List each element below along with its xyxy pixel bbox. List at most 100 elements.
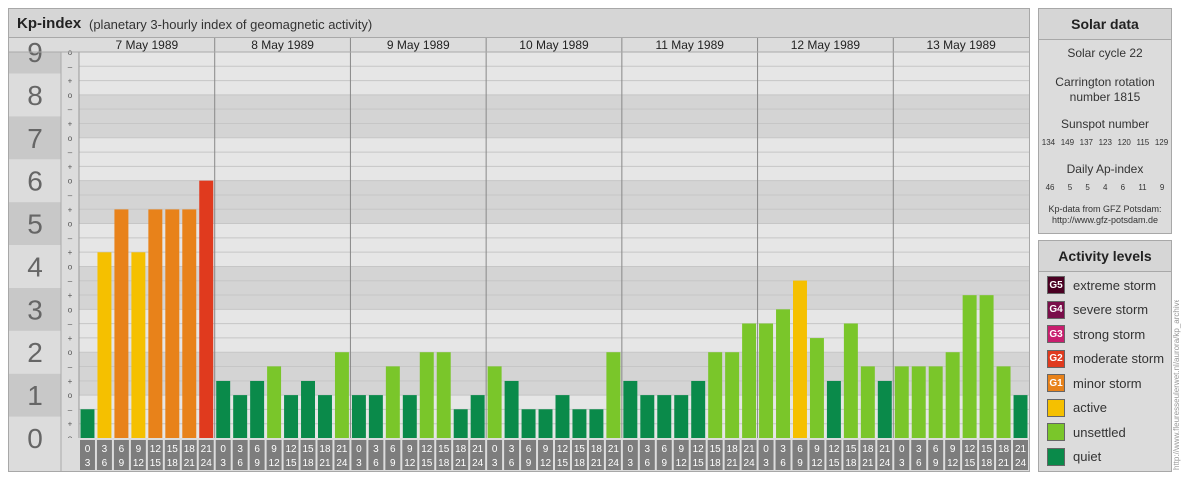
- hour-label-end: 3: [763, 458, 769, 469]
- kp-band: [79, 52, 1029, 95]
- kp-bar: [284, 395, 299, 438]
- hour-label-end: 15: [828, 458, 840, 469]
- legend-item: G5 extreme storm: [1047, 275, 1156, 295]
- hour-label-end: 24: [1015, 458, 1027, 469]
- legend-swatch: G3: [1047, 325, 1065, 343]
- kp-chart-panel: 0123456789o+–o+–o+–o+–o+–o+–o+–o+–o+–o7 …: [8, 8, 1030, 472]
- kp-bar: [860, 366, 875, 438]
- hour-label-end: 18: [438, 458, 450, 469]
- legend-item: G3 strong storm: [1047, 324, 1145, 344]
- hour-label-end: 18: [845, 458, 857, 469]
- ap-value: 5: [1085, 183, 1090, 192]
- hour-label-end: 15: [557, 458, 569, 469]
- hour-label-start: 12: [150, 444, 162, 455]
- legend-label: active: [1073, 400, 1107, 415]
- ap-values: 46 5 5 4 6 11 9: [1039, 183, 1171, 192]
- hour-label-start: 21: [1015, 444, 1027, 455]
- kp-bar: [131, 252, 146, 438]
- minor-tick-label: –: [68, 191, 73, 200]
- sunspot-title: Sunspot number: [1060, 117, 1150, 131]
- kp-bar: [759, 323, 774, 438]
- hour-label-start: 0: [899, 444, 905, 455]
- y-tick-label: 2: [27, 337, 43, 368]
- hour-label-end: 12: [540, 458, 552, 469]
- hour-label-end: 3: [356, 458, 362, 469]
- hour-label-start: 0: [220, 444, 226, 455]
- solar-data-title: Solar data: [1039, 9, 1171, 40]
- minor-tick-label: –: [68, 277, 73, 286]
- kp-bar: [250, 380, 265, 438]
- kp-bar: [674, 395, 689, 438]
- hour-label-end: 15: [693, 458, 705, 469]
- kp-bar: [809, 338, 824, 438]
- hour-label-end: 18: [710, 458, 722, 469]
- kp-band: [79, 180, 1029, 224]
- hour-label-start: 12: [693, 444, 705, 455]
- hour-label-start: 15: [981, 444, 993, 455]
- kp-bar: [216, 380, 231, 438]
- kp-bar: [742, 323, 757, 438]
- hour-label-end: 15: [150, 458, 162, 469]
- kp-bar: [114, 209, 129, 438]
- kp-bar: [199, 180, 214, 438]
- kp-bar: [606, 352, 621, 438]
- sunspot-value: 115: [1136, 138, 1150, 147]
- hour-label-start: 3: [780, 444, 786, 455]
- kp-bar: [419, 352, 434, 438]
- hour-label-start: 6: [390, 444, 396, 455]
- hour-label-end: 6: [509, 458, 515, 469]
- y-tick-label: 3: [27, 294, 43, 325]
- hour-label-start: 18: [591, 444, 603, 455]
- kp-bar: [725, 352, 740, 438]
- minor-tick-label: +: [68, 119, 73, 128]
- hour-label-start: 9: [543, 444, 549, 455]
- hour-label-end: 6: [102, 458, 108, 469]
- hour-label-start: 18: [998, 444, 1010, 455]
- hour-label-start: 15: [167, 444, 179, 455]
- ap-value: 5: [1067, 183, 1073, 192]
- hour-label-end: 18: [981, 458, 993, 469]
- hour-label-end: 6: [373, 458, 379, 469]
- hour-label-end: 18: [302, 458, 314, 469]
- legend-label: moderate storm: [1073, 351, 1165, 366]
- hour-label-end: 3: [899, 458, 905, 469]
- hour-label-start: 3: [102, 444, 108, 455]
- activity-levels-panel: Activity levels G5 extreme storm G4 severe …: [1038, 240, 1172, 472]
- hour-label-start: 9: [407, 444, 413, 455]
- hour-label-end: 24: [201, 458, 213, 469]
- minor-tick-label: o: [68, 391, 73, 400]
- hour-label-start: 0: [492, 444, 498, 455]
- kp-bar: [843, 323, 858, 438]
- y-tick-label: 7: [27, 123, 43, 154]
- hour-label-end: 12: [676, 458, 688, 469]
- hour-label-end: 21: [455, 458, 467, 469]
- legend-item: quiet: [1047, 447, 1101, 467]
- minor-tick-label: +: [68, 291, 73, 300]
- ap-value: 11: [1138, 183, 1147, 192]
- source-link[interactable]: http://www.gfz-potsdam.de: [1039, 215, 1171, 225]
- sunspot-value: 129: [1154, 138, 1169, 147]
- hour-label-end: 12: [947, 458, 959, 469]
- hour-label-end: 12: [811, 458, 823, 469]
- ap-title: Daily Ap-index: [1066, 162, 1144, 176]
- legend-item: G2 moderate storm: [1047, 349, 1164, 369]
- hour-label-end: 18: [574, 458, 586, 469]
- activity-levels-title: Activity levels: [1039, 241, 1171, 272]
- y-tick-label: 0: [27, 423, 43, 454]
- hour-label-end: 6: [780, 458, 786, 469]
- hour-label-start: 0: [85, 444, 91, 455]
- kp-bar: [368, 395, 383, 438]
- kp-bar: [267, 366, 282, 438]
- ap-value: 46: [1045, 183, 1055, 192]
- hour-label-end: 9: [661, 458, 667, 469]
- hour-label-end: 18: [167, 458, 179, 469]
- hour-label-start: 0: [356, 444, 362, 455]
- hour-label-start: 12: [285, 444, 297, 455]
- minor-tick-label: –: [68, 62, 73, 71]
- kp-bar: [623, 380, 638, 438]
- hour-label-start: 18: [455, 444, 467, 455]
- kp-bar: [97, 252, 112, 438]
- kp-bar: [691, 380, 706, 438]
- hour-label-start: 21: [744, 444, 756, 455]
- sunspot-value: 149: [1060, 138, 1075, 147]
